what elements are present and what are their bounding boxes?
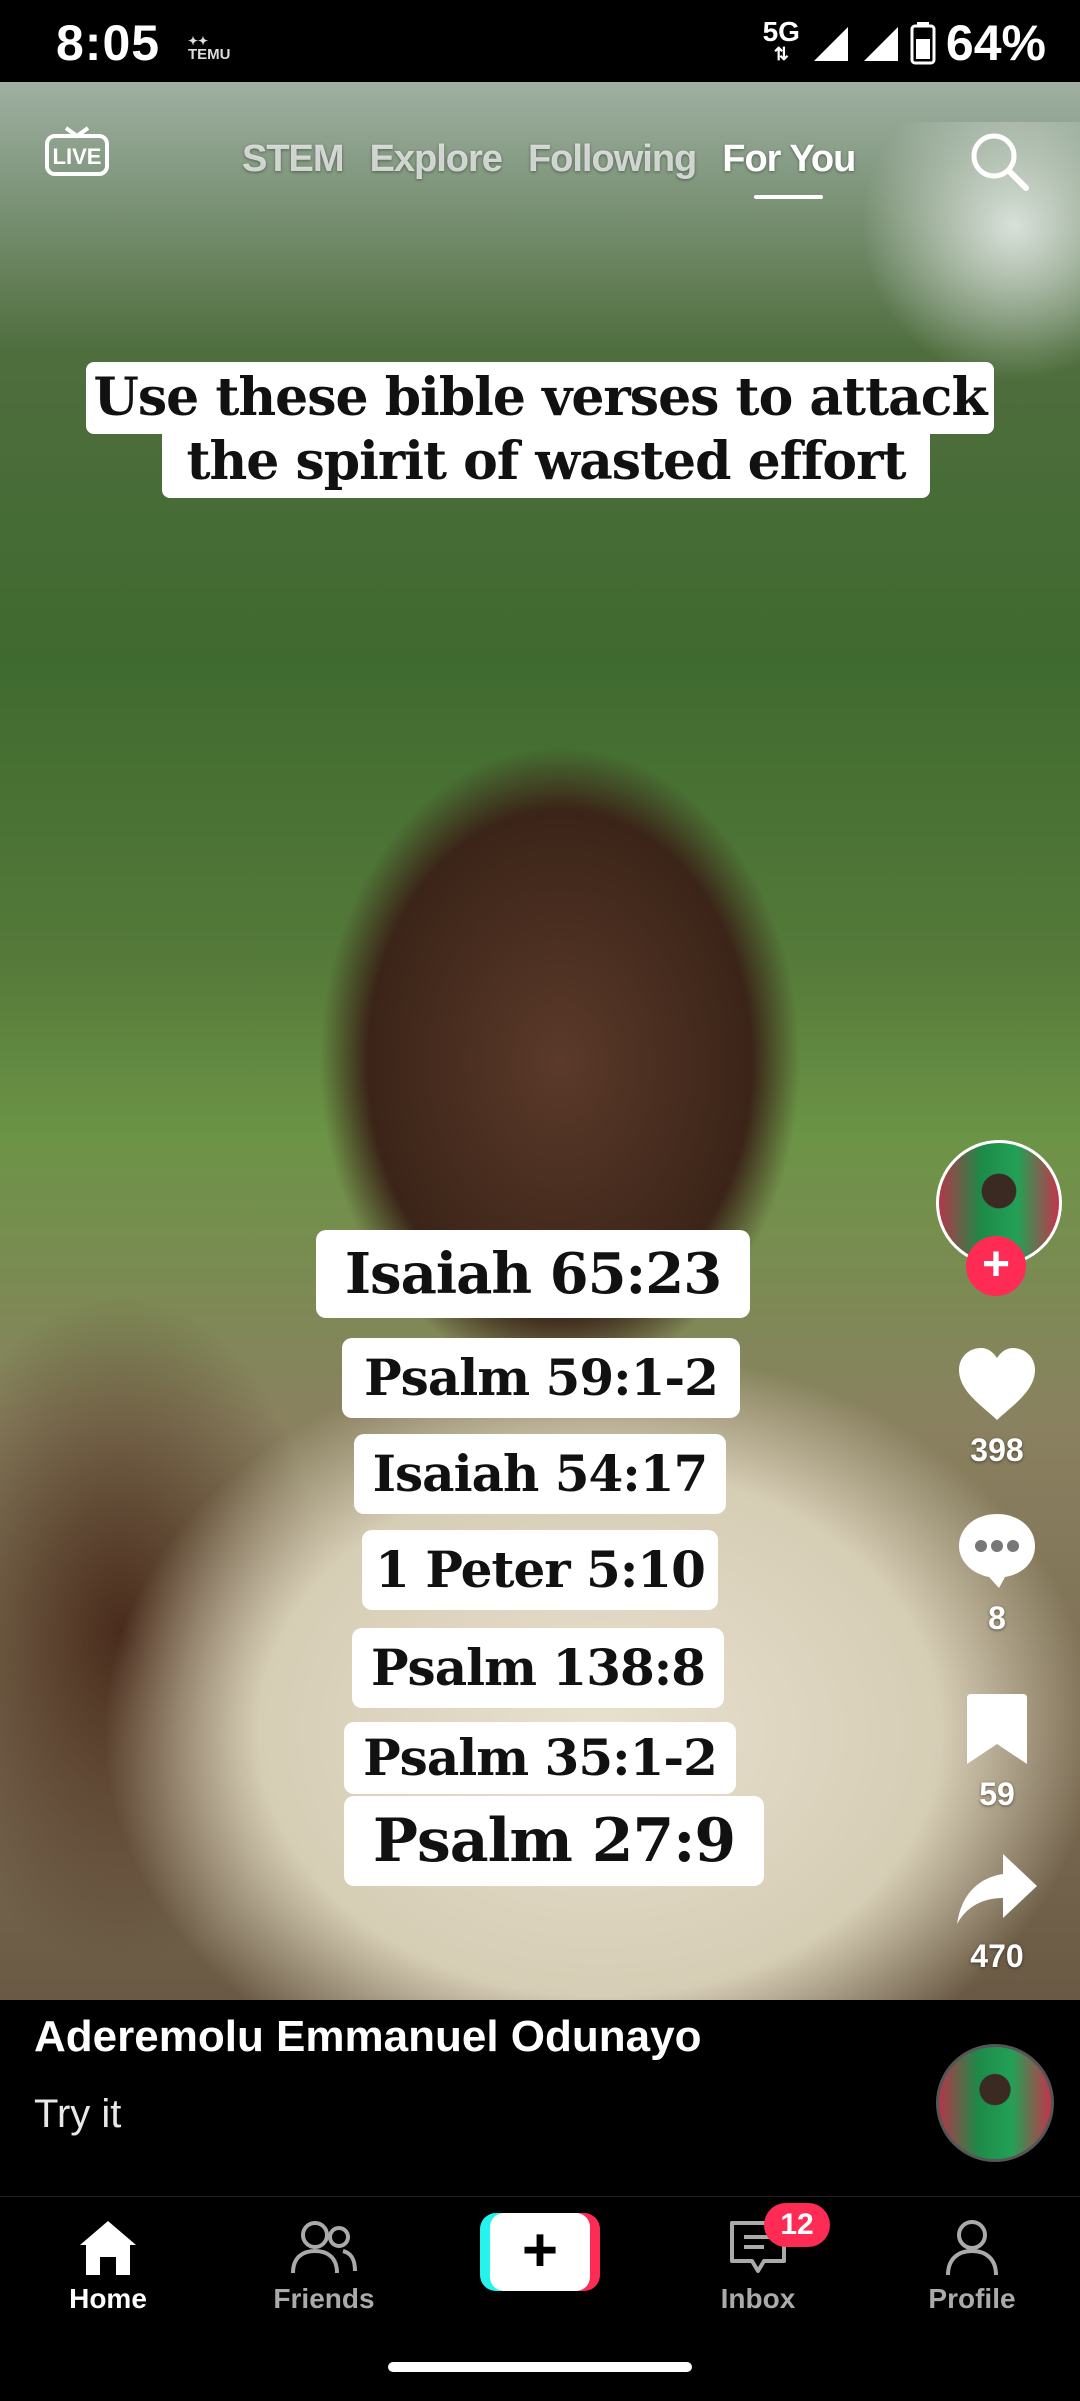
share-icon [957,1854,1037,1924]
network-type: 5G ⇅ [762,16,800,65]
like-button[interactable]: 398 [950,1346,1044,1469]
verse-label: Isaiah 54:17 [354,1434,726,1514]
tab-profile[interactable]: Profile [882,2217,1062,2315]
home-indicator[interactable] [388,2362,692,2372]
temu-notification-icon: ✦✦ TEMU [188,34,231,63]
post-description: Try it [34,2092,122,2136]
tab-stem[interactable]: STEM [242,138,345,181]
verse-label: Isaiah 65:23 [316,1230,750,1318]
profile-icon [946,2220,998,2276]
clock: 8:05 [56,15,161,71]
comment-icon [959,1514,1035,1588]
bookmark-icon [967,1694,1027,1764]
inbox-badge: 12 [764,2203,830,2247]
signal-icon [863,27,898,61]
tab-explore[interactable]: Explore [370,138,503,181]
share-button[interactable]: 470 [950,1852,1044,1975]
verse-label: Psalm 27:9 [344,1796,764,1886]
battery-icon [910,22,936,65]
share-count: 470 [970,1938,1024,1974]
battery-percent: 64% [945,15,1046,71]
sound-disc[interactable] [936,2044,1054,2162]
video-caption-line2: the spirit of wasted effort [162,426,930,498]
friends-icon [291,2221,357,2274]
svg-text:LIVE: LIVE [53,144,102,169]
heart-icon [959,1348,1035,1420]
save-count: 59 [979,1776,1015,1812]
tab-profile-label: Profile [928,2283,1016,2314]
feed-tabs: STEM Explore Following For You [242,138,856,199]
verse-label: Psalm 138:8 [352,1628,724,1708]
like-count: 398 [970,1432,1024,1468]
tab-following[interactable]: Following [528,138,697,181]
plus-icon: + [490,2213,590,2291]
comment-button[interactable]: 8 [950,1510,1044,1637]
status-bar: 8:05 ✦✦ TEMU 5G ⇅ 64% [0,0,1080,82]
author-name[interactable]: Aderemolu Emmanuel Odunayo [34,2012,701,2062]
verse-label: Psalm 59:1-2 [342,1338,740,1418]
search-icon[interactable] [968,130,1030,192]
create-button[interactable]: + [480,2213,600,2291]
status-icons: 5G ⇅ 64% [763,14,1046,72]
signal-icon [813,27,848,61]
live-icon[interactable]: LIVE [44,124,110,176]
tab-inbox-label: Inbox [720,2283,796,2314]
video-caption-line1: Use these bible verses to attack [86,362,994,434]
tab-home-label: Home [69,2283,147,2314]
home-icon [80,2221,136,2275]
tab-for-you[interactable]: For You [722,138,856,199]
verse-label: Psalm 35:1-2 [344,1722,736,1794]
verse-label: 1 Peter 5:10 [362,1530,718,1610]
tab-home[interactable]: Home [18,2217,198,2315]
bookmark-button[interactable]: 59 [950,1692,1044,1813]
tab-friends-label: Friends [273,2283,375,2314]
follow-button[interactable]: + [966,1236,1026,1296]
comment-count: 8 [988,1600,1006,1636]
tab-friends[interactable]: Friends [234,2217,414,2315]
video-player[interactable]: LIVE STEM Explore Following For You Use … [0,82,1080,2000]
